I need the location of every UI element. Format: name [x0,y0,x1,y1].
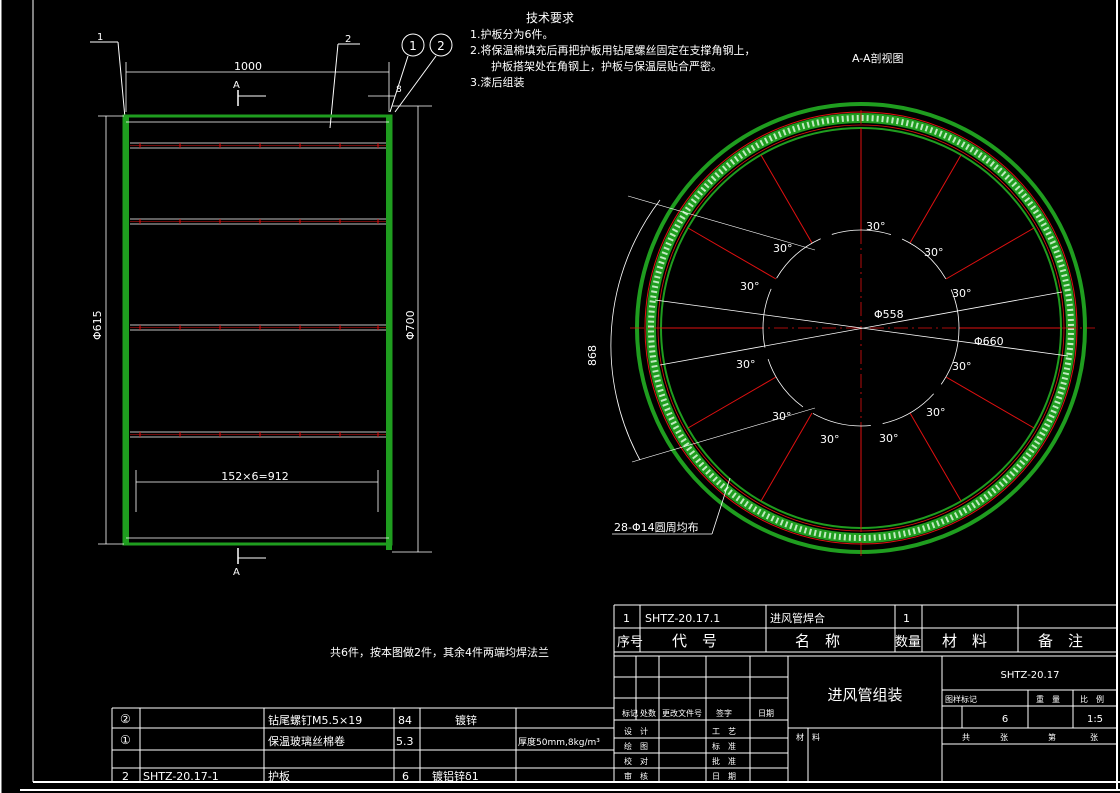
arc-dim: 868 [586,345,599,366]
dim-outer: Φ660 [974,335,1004,348]
sign-standard: 标 准 [712,741,736,751]
material-label: 材 料 [796,732,820,742]
angle-label: 30° [952,287,972,300]
dim-spacing: 152×6=912 [221,470,288,483]
label-page: 第 [1048,732,1056,742]
upper-row-qty: 1 [903,612,910,625]
title-block: 1 SHTZ-20.17.1 进风管焊合 1 序号 代 号 名 称 数量 材 料… [613,604,1117,782]
bom-name: 护板 [268,769,290,783]
header-qty: 数量 [895,635,921,650]
angle-label: 30° [924,246,944,259]
upper-row-name: 进风管焊合 [770,611,825,625]
tech-line-2: 2.将保温棉填充后再把护板用钻尾螺丝固定在支撑角钢上， [470,43,756,57]
tech-line-1: 1.护板分为6件。 [470,27,554,41]
angle-label: 30° [772,410,792,423]
angle-label: 30° [866,220,886,233]
angle-label: 30° [736,358,756,371]
value-scale: 1:5 [1087,714,1103,725]
bom-name: 保温玻璃丝棉卷 [268,734,345,748]
upper-row-code: SHTZ-20.17.1 [645,612,720,625]
cad-drawing: 技术要求 1.护板分为6件。 2.将保温棉填充后再把护板用钻尾螺丝固定在支撑角钢… [0,0,1120,793]
label-sheet2: 张 [1090,733,1098,742]
bom-no: 2 [122,770,129,783]
header-note: 备 注 [1038,632,1083,650]
angle-label: 30° [879,432,899,445]
header-material: 材 料 [942,632,987,650]
dim-dia-right: Φ700 [404,310,417,340]
bom-no: ② [120,712,131,726]
section-view: A-A剖视图 Φ558 Φ660 30° 30° 30° 30° 30° 30°… [586,51,1095,560]
angle-label: 30° [820,433,840,446]
dim-length: 1000 [234,60,262,73]
sign-process: 工 艺 [712,727,736,736]
rev-date: 日期 [758,709,774,718]
bom-name: 钻尾螺钉M5.5×19 [268,713,362,727]
holes-note: 28-Φ14圆周均布 [614,521,699,534]
drawing-no: SHTZ-20.17 [1001,670,1060,681]
section-title: A-A剖视图 [852,51,904,65]
bom-code: SHTZ-20.17-1 [143,770,219,783]
tech-title: 技术要求 [526,11,574,25]
leader-2-label: 2 [345,34,351,45]
angle-label: 30° [926,406,946,419]
sign-check: 校 对 [624,756,648,766]
sign-review: 审 核 [624,771,648,781]
section-label-top: A [233,80,240,91]
bom-material: 镀锌 [455,713,477,727]
dim-small: 8 [396,85,402,95]
label-weight: 重 量 [1036,694,1060,704]
angle-label: 30° [952,360,972,373]
balloon-2: 2 [437,39,445,53]
label-total: 共 [962,733,970,742]
general-note: 共6件，按本图做2件，其余4件两端均焊法兰 [330,645,549,659]
bom-qty: 6 [402,770,409,783]
bom-note: 厚度50mm,8kg/m³ [518,736,600,748]
header-no: 序号 [617,635,643,650]
label-sheet: 张 [1000,733,1008,742]
bom-material: 镀铝锌δ1 [432,769,479,783]
bom-no: ① [120,733,131,747]
sign-date: 日 期 [712,772,736,781]
balloons: 1 2 [389,33,453,113]
header-name: 名 称 [795,632,840,650]
rev-doc: 更改文件号 [662,708,702,718]
angle-label: 30° [773,242,793,255]
label-scale: 比 例 [1080,694,1104,704]
bom-qty: 5.3 [396,735,414,748]
sign-draw: 绘 图 [624,741,648,751]
side-view: 1 2 1000 A A 8 Φ615 Φ700 152×6=912 [90,32,432,578]
tech-line-4: 3.漆后组装 [470,75,525,89]
drawing-frame [0,0,1120,793]
header-code: 代 号 [672,632,717,650]
bom-qty: 84 [398,714,412,727]
label-stage: 图样标记 [945,694,977,704]
balloon-1: 1 [409,39,417,53]
bom-table: ② 钻尾螺钉M5.5×19 84 镀锌 ① 保温玻璃丝棉卷 5.3 厚度50mm… [111,707,614,783]
dim-inner: Φ558 [874,308,904,321]
upper-row-no: 1 [623,612,630,625]
rev-mark: 标记 [622,708,638,718]
tech-line-3: 护板搭架处在角钢上，护板与保温层贴合严密。 [491,59,722,73]
dim-dia-left: Φ615 [91,310,104,340]
section-label-bottom: A [233,567,240,578]
value-count: 6 [1002,714,1008,725]
rev-sign: 签字 [716,708,732,718]
part-name: 进风管组装 [827,686,902,704]
tech-requirements: 技术要求 1.护板分为6件。 2.将保温棉填充后再把护板用钻尾螺丝固定在支撑角钢… [470,11,756,89]
leader-1-label: 1 [97,32,103,43]
angle-label: 30° [740,280,760,293]
sign-design: 设 计 [624,726,648,736]
sign-approve: 批 准 [712,756,736,766]
rev-count: 处数 [640,708,656,718]
